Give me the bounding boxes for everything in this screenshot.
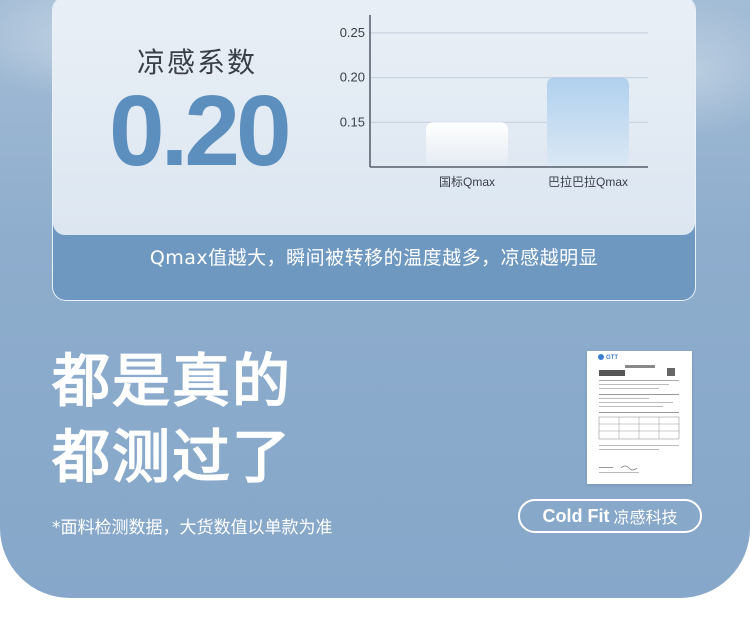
- badge-brand: Cold Fit: [542, 505, 610, 526]
- bar-1: [547, 77, 629, 167]
- y-tick-labels: 0.15 0.20 0.25: [340, 25, 365, 129]
- report-logo: GTT: [606, 355, 618, 361]
- cooling-coefficient-card: 凉感系数 0.20 0.15 0.20 0.25 国标Qmax 巴拉巴拉Qmax…: [52, 0, 696, 301]
- badge-label: 凉感科技: [613, 508, 678, 527]
- bar-0: [426, 122, 508, 167]
- test-report-image: GTT: [587, 351, 692, 484]
- y-tick-label: 0.20: [340, 70, 365, 85]
- headline-line-2: 都测过了: [52, 423, 293, 491]
- data-disclaimer: *面料检测数据，大货数值以单款为准: [52, 518, 333, 538]
- x-tick-label: 国标Qmax: [439, 175, 495, 189]
- qmax-bar-chart: 0.15 0.20 0.25 国标Qmax 巴拉巴拉Qmax: [323, 7, 663, 197]
- qmax-explanation-note: Qmax值越大，瞬间被转移的温度越多，凉感越明显: [149, 247, 599, 269]
- x-tick-label: 巴拉巴拉Qmax: [548, 174, 628, 189]
- headline-line-1: 都是真的: [52, 347, 293, 415]
- coefficient-value: 0.20: [109, 75, 292, 187]
- y-tick-label: 0.25: [340, 25, 365, 40]
- report-logo-icon: [598, 354, 604, 360]
- x-tick-labels: 国标Qmax 巴拉巴拉Qmax: [439, 174, 628, 189]
- card-top-panel: 凉感系数 0.20 0.15 0.20 0.25 国标Qmax 巴拉巴拉Qmax: [53, 0, 695, 235]
- y-tick-label: 0.15: [340, 114, 365, 129]
- cold-fit-badge: Cold Fit 凉感科技: [518, 499, 702, 533]
